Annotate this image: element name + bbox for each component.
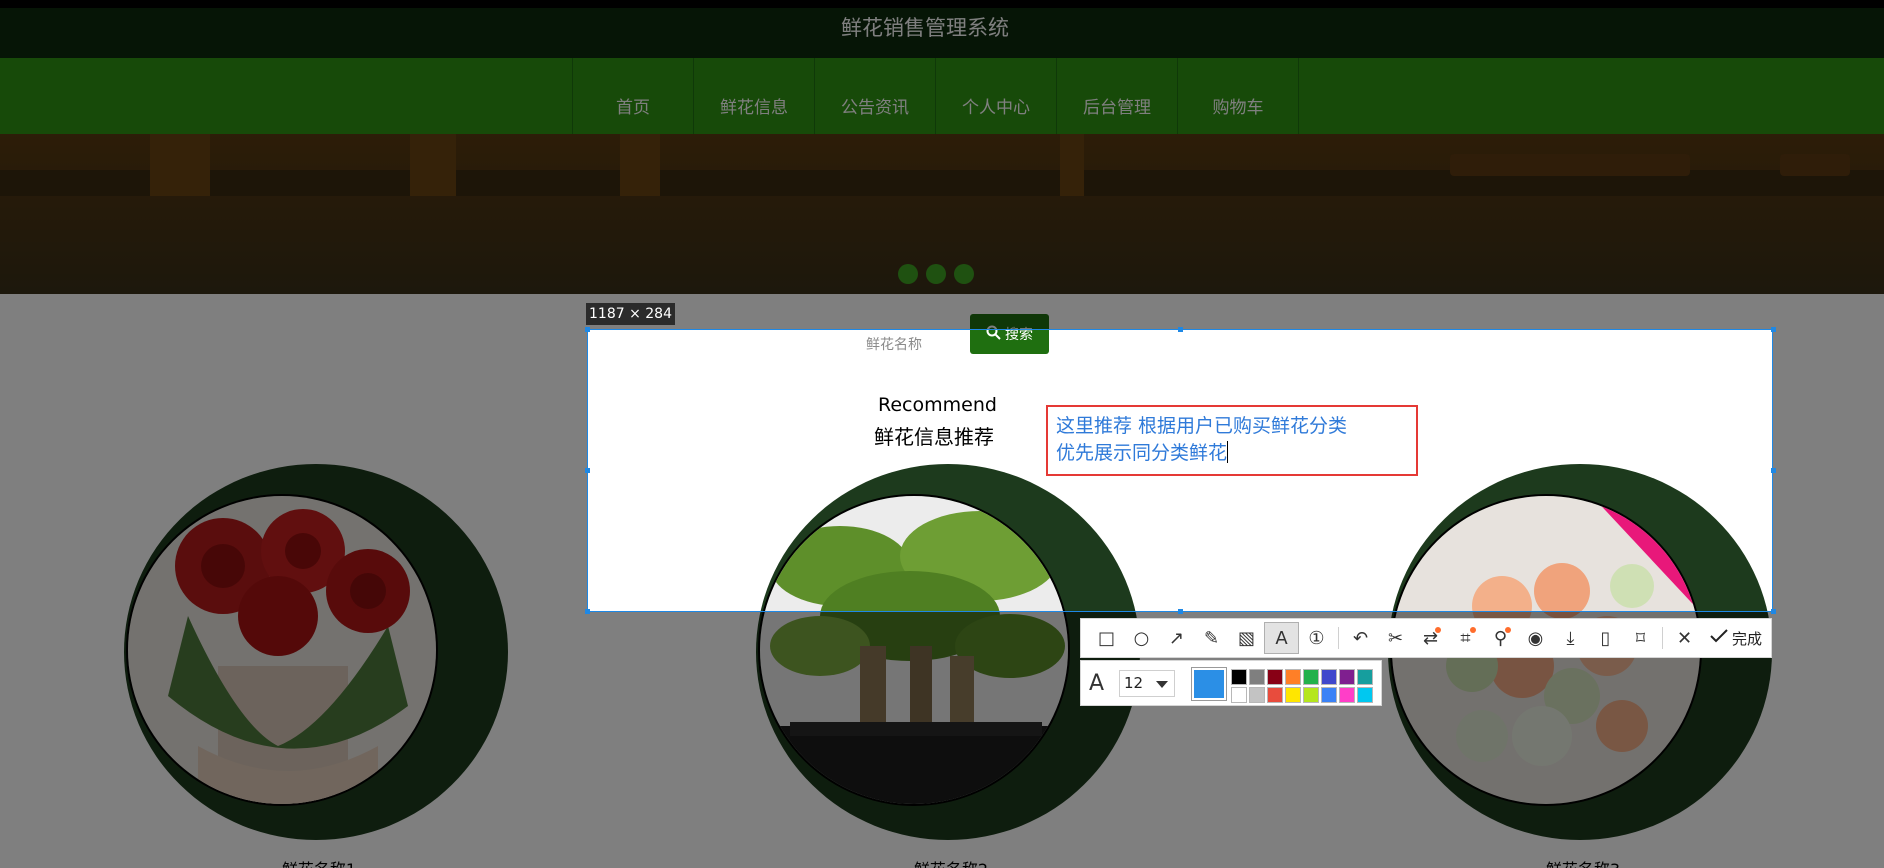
dim-overlay-left <box>0 329 587 612</box>
cut-icon: ✂ <box>1387 627 1404 649</box>
color-swatch-2[interactable] <box>1249 669 1265 685</box>
undo-icon: ↶ <box>1352 627 1369 649</box>
resize-handle-sw[interactable] <box>585 609 590 614</box>
ellipse-icon: ○ <box>1133 627 1150 649</box>
color-swatch-7[interactable] <box>1339 669 1355 685</box>
text-tool[interactable]: A <box>1264 622 1299 654</box>
text-annotation-box[interactable]: 这里推荐 根据用户已购买鲜花分类 优先展示同分类鲜花 <box>1046 405 1418 476</box>
pencil-tool[interactable]: ✎ <box>1194 622 1229 654</box>
translate-button[interactable]: ⇄ <box>1413 622 1448 654</box>
resize-handle-ne[interactable] <box>1771 327 1776 332</box>
chevron-down-icon <box>1156 681 1168 688</box>
color-swatch-8[interactable] <box>1357 669 1373 685</box>
selection-size-label: 1187 × 284 <box>586 303 675 325</box>
cut-button[interactable]: ✂ <box>1378 622 1413 654</box>
text-icon: A <box>1275 627 1288 649</box>
done-label: 完成 <box>1732 629 1763 648</box>
mosaic-icon: ▧ <box>1237 627 1255 649</box>
number-icon: ① <box>1308 627 1325 649</box>
color-swatch-13[interactable] <box>1303 687 1319 703</box>
color-swatch-15[interactable] <box>1339 687 1355 703</box>
dim-overlay-right <box>1773 329 1884 612</box>
download-icon: ⤓ <box>1566 627 1575 649</box>
new-badge <box>1470 627 1476 633</box>
font-size-value: 12 <box>1124 674 1144 692</box>
ocr-button[interactable]: ⌗ <box>1448 622 1483 654</box>
capture-toolbar: □ ○ ↗ ✎ ▧ A ① ↶ ✂ ⇄ ⌗ ⚲ ◉ ⤓ ▯ ⌑ ✕ 完成 <box>1080 618 1772 658</box>
color-swatch-11[interactable] <box>1267 687 1283 703</box>
pencil-icon: ✎ <box>1203 627 1220 649</box>
color-swatch-9[interactable] <box>1231 687 1247 703</box>
resize-handle-e[interactable] <box>1771 468 1776 473</box>
resize-handle-n[interactable] <box>1178 327 1183 332</box>
record-icon: ◉ <box>1527 627 1544 649</box>
color-swatch-6[interactable] <box>1321 669 1337 685</box>
text-caret <box>1227 441 1229 463</box>
bookmark-icon: ⌑ <box>1635 627 1646 649</box>
send-to-phone-button[interactable]: ▯ <box>1588 622 1623 654</box>
undo-button[interactable]: ↶ <box>1343 622 1378 654</box>
font-size-select[interactable]: 12 <box>1119 670 1175 697</box>
resize-handle-se[interactable] <box>1771 609 1776 614</box>
pin-button[interactable]: ⚲ <box>1483 622 1518 654</box>
bookmark-button[interactable]: ⌑ <box>1623 622 1658 654</box>
font-icon: A <box>1089 671 1105 696</box>
color-swatch-1[interactable] <box>1231 669 1247 685</box>
check-icon <box>1710 629 1728 647</box>
color-swatch-10[interactable] <box>1249 687 1265 703</box>
arrow-icon: ↗ <box>1168 627 1185 649</box>
color-swatch-3[interactable] <box>1267 669 1283 685</box>
ellipse-tool[interactable]: ○ <box>1124 622 1159 654</box>
rectangle-icon: □ <box>1097 627 1115 649</box>
ocr-icon: ⌗ <box>1460 627 1471 649</box>
color-swatch-12[interactable] <box>1285 687 1301 703</box>
resize-handle-nw[interactable] <box>585 327 590 332</box>
resize-handle-w[interactable] <box>585 468 590 473</box>
close-button[interactable]: ✕ <box>1667 622 1702 654</box>
phone-icon: ▯ <box>1600 627 1611 649</box>
color-swatch-5[interactable] <box>1303 669 1319 685</box>
new-badge <box>1435 627 1441 633</box>
dim-overlay-top <box>0 0 1884 329</box>
resize-handle-s[interactable] <box>1178 609 1183 614</box>
record-button[interactable]: ◉ <box>1518 622 1553 654</box>
color-swatch-16[interactable] <box>1357 687 1373 703</box>
download-button[interactable]: ⤓ <box>1553 622 1588 654</box>
mosaic-tool[interactable]: ▧ <box>1229 622 1264 654</box>
new-badge <box>1505 627 1511 633</box>
color-swatch-14[interactable] <box>1321 687 1337 703</box>
current-color-swatch[interactable] <box>1191 667 1227 701</box>
arrow-tool[interactable]: ↗ <box>1159 622 1194 654</box>
close-icon: ✕ <box>1676 627 1693 649</box>
text-options-bar: A 12 <box>1080 660 1382 706</box>
annotation-line-1[interactable]: 这里推荐 根据用户已购买鲜花分类 <box>1056 413 1408 440</box>
annotation-line-2[interactable]: 优先展示同分类鲜花 <box>1056 442 1227 464</box>
color-palette <box>1231 669 1373 703</box>
color-swatch-4[interactable] <box>1285 669 1301 685</box>
done-button[interactable]: 完成 <box>1702 628 1770 649</box>
number-tool[interactable]: ① <box>1299 622 1334 654</box>
rectangle-tool[interactable]: □ <box>1089 622 1124 654</box>
